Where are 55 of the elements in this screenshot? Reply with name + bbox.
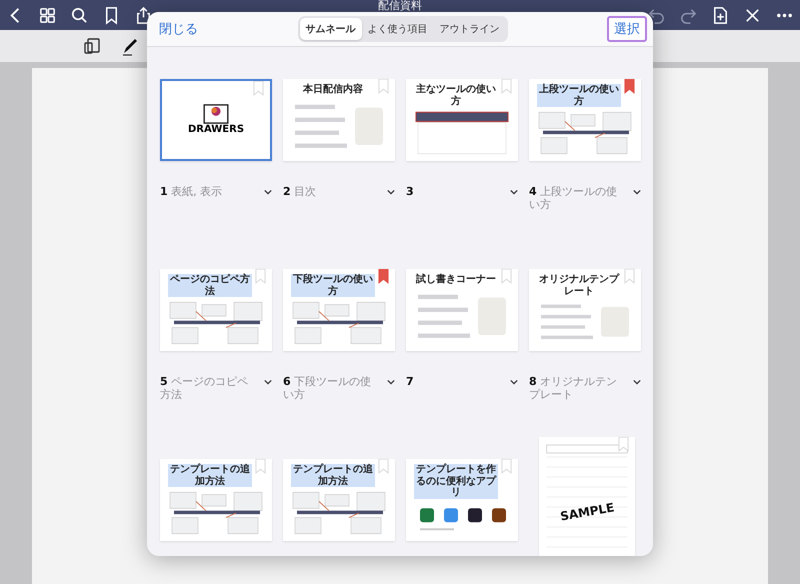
slide-heading: テンプレートの追加方法 bbox=[168, 464, 252, 487]
slide-heading: テンプレートの追加方法 bbox=[291, 464, 375, 487]
chevron-down-icon[interactable] bbox=[387, 379, 395, 385]
logo-icon bbox=[202, 104, 230, 124]
page-thumbnail[interactable]: テンプレートを作るのに便利なアプリ bbox=[406, 459, 518, 541]
grid-icon[interactable] bbox=[38, 6, 57, 24]
slide-heading: 本日配信内容 bbox=[303, 84, 363, 96]
bookmark-ribbon-icon[interactable] bbox=[378, 269, 389, 284]
slide-heading: テンプレートを作るのに便利なアプリ bbox=[414, 464, 498, 498]
page-label: 2 目次 bbox=[283, 185, 318, 198]
share-icon[interactable] bbox=[134, 6, 153, 24]
chevron-down-icon[interactable] bbox=[633, 379, 641, 385]
slide-heading: ページのコピペ方法 bbox=[168, 274, 252, 297]
search-icon[interactable] bbox=[70, 6, 89, 24]
chevron-down-icon[interactable] bbox=[264, 379, 272, 385]
chevron-down-icon[interactable] bbox=[510, 379, 518, 385]
chevron-down-icon[interactable] bbox=[387, 189, 395, 195]
page-label: 5 ページのコピペ方法 bbox=[160, 375, 250, 402]
slide-heading: 上段ツールの使い方 bbox=[537, 84, 621, 107]
page-thumbnail[interactable]: テンプレートの追加方法 bbox=[160, 459, 272, 541]
page-label: 6 下段ツールの使い方 bbox=[283, 375, 372, 402]
page-thumbnail[interactable]: 下段ツールの使い方 bbox=[283, 269, 395, 351]
sample-text: SAMPLE bbox=[558, 500, 616, 524]
view-tab[interactable]: よく使う項目 bbox=[362, 18, 434, 40]
slide-heading: オリジナルテンプレート bbox=[538, 274, 620, 297]
page-thumbnail[interactable]: 主なツールの使い方 bbox=[406, 79, 518, 161]
view-tab[interactable]: サムネール bbox=[300, 18, 362, 40]
page-label: 1 表紙, 表示 bbox=[160, 185, 224, 198]
close-button[interactable]: 閉じる bbox=[159, 20, 198, 38]
slide-heading: 試し書きコーナー bbox=[416, 274, 496, 286]
page-label: 8 オリジナルテンプレート bbox=[529, 375, 618, 402]
chevron-down-icon[interactable] bbox=[510, 189, 518, 195]
chevron-down-icon[interactable] bbox=[264, 189, 272, 195]
slide-heading: 下段ツールの使い方 bbox=[291, 274, 375, 297]
page-thumbnail[interactable]: 上段ツールの使い方 bbox=[529, 79, 641, 161]
bookmark-ribbon-icon[interactable] bbox=[624, 79, 635, 94]
page-thumbnail[interactable]: オリジナルテンプレート bbox=[529, 269, 641, 351]
page-label: 3 bbox=[406, 185, 415, 198]
page-thumbnail[interactable]: 試し書きコーナー bbox=[406, 269, 518, 351]
pen-icon[interactable] bbox=[120, 36, 140, 56]
page-thumbnail[interactable]: テンプレートの追加方法 bbox=[283, 459, 395, 541]
page-thumbnail[interactable]: DRAWERS bbox=[160, 79, 272, 161]
page-thumbnail[interactable]: ページのコピペ方法 bbox=[160, 269, 272, 351]
page-thumbnail[interactable]: 本日配信内容 bbox=[283, 79, 395, 161]
device-icon[interactable] bbox=[82, 36, 102, 56]
page-thumbnail[interactable]: SAMPLE bbox=[539, 437, 635, 556]
view-tab[interactable]: アウトライン bbox=[434, 18, 506, 40]
logo-text: DRAWERS bbox=[188, 124, 244, 135]
document-title: 配信資料 bbox=[377, 0, 423, 12]
page-label: 7 bbox=[406, 375, 415, 388]
slide-heading: 主なツールの使い方 bbox=[415, 84, 497, 107]
chevron-down-icon[interactable] bbox=[633, 189, 641, 195]
add-page-icon[interactable] bbox=[711, 6, 730, 24]
page-label: 4 上段ツールの使い方 bbox=[529, 185, 618, 212]
select-button[interactable]: 選択 bbox=[607, 16, 647, 42]
